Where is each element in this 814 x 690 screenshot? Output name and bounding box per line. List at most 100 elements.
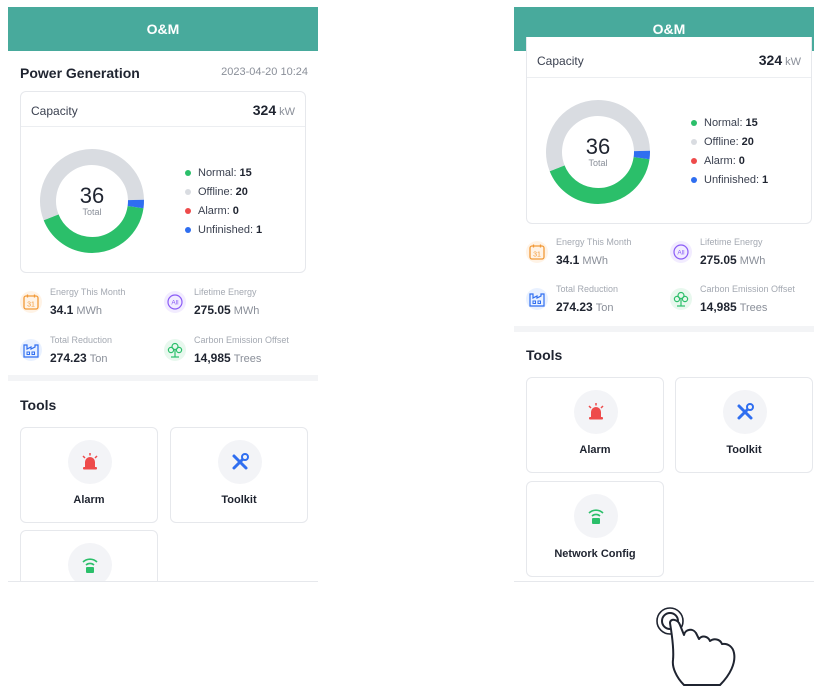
legend-label: Unfinished: <box>198 224 254 236</box>
section-divider <box>8 375 318 381</box>
stat-carbon-offset[interactable]: Carbon Emission Offset 14,985 Trees <box>670 284 814 320</box>
normal-dot-icon <box>691 120 697 126</box>
app-bar: O&M <box>8 7 318 51</box>
stat-energy-this-month[interactable]: 31 Energy This Month 34.1 MWh <box>526 237 676 273</box>
divider <box>21 126 305 127</box>
legend-label: Offline: <box>198 186 233 198</box>
legend-label: Offline: <box>704 136 739 148</box>
legend-value: 1 <box>762 174 769 186</box>
offline-dot-icon <box>691 139 697 145</box>
tool-label: Alarm <box>73 494 105 506</box>
bottom-tab-bar <box>514 581 814 583</box>
tool-toolkit[interactable]: Toolkit <box>170 427 308 523</box>
tool-toolkit[interactable]: Toolkit <box>675 377 813 473</box>
stat-value: 274.23 Ton <box>556 300 614 314</box>
stat-label: Total Reduction <box>556 284 619 294</box>
alarm-dot-icon <box>691 158 697 164</box>
stat-value: 14,985 Trees <box>700 300 768 314</box>
lifetime-all-icon: All <box>670 241 692 263</box>
tap-hand-icon <box>656 607 736 686</box>
legend-offline: Offline: 20 <box>691 136 754 148</box>
legend-label: Normal: <box>198 167 237 179</box>
stat-label: Lifetime Energy <box>700 237 763 247</box>
tool-network-config[interactable] <box>20 530 158 585</box>
stat-energy-this-month[interactable]: 31 Energy This Month 34.1 MWh <box>20 287 170 323</box>
alarm-siren-icon <box>574 390 618 434</box>
stat-value: 14,985 Trees <box>194 351 262 365</box>
capacity-card[interactable]: Capacity 324 kW 36 Total Normal: 15 Offlin… <box>526 37 812 224</box>
lifetime-all-icon: All <box>164 291 186 313</box>
right-screen: O&M Capacity 324 kW 36 Total Normal: 15 Of… <box>514 7 814 583</box>
tree-icon <box>670 288 692 310</box>
stat-carbon-offset[interactable]: Carbon Emission Offset 14,985 Trees <box>164 335 314 371</box>
legend-value: 20 <box>235 186 248 198</box>
tool-label: Toolkit <box>221 494 257 506</box>
stat-value: 275.05 MWh <box>700 253 766 267</box>
legend-normal: Normal: 15 <box>185 167 252 179</box>
svg-text:31: 31 <box>27 302 35 309</box>
tools-title: Tools <box>20 397 57 413</box>
timestamp: 2023-04-20 10:24 <box>221 66 308 78</box>
legend-offline: Offline: 20 <box>185 186 248 198</box>
stat-value: 34.1 MWh <box>556 253 609 267</box>
legend-label: Unfinished: <box>704 174 760 186</box>
stat-label: Carbon Emission Offset <box>700 284 795 294</box>
legend-value: 15 <box>745 117 758 129</box>
legend-alarm: Alarm: 0 <box>185 205 239 217</box>
legend-label: Normal: <box>704 117 743 129</box>
legend-value: 0 <box>232 205 239 217</box>
normal-dot-icon <box>185 170 191 176</box>
legend-value: 20 <box>741 136 754 148</box>
capacity-label: Capacity <box>537 54 584 68</box>
alarm-siren-icon <box>68 440 112 484</box>
legend-unfinished: Unfinished: 1 <box>691 174 768 186</box>
legend-value: 15 <box>239 167 252 179</box>
stat-value: 275.05 MWh <box>194 303 260 317</box>
stat-total-reduction[interactable]: Total Reduction 274.23 Ton <box>526 284 676 320</box>
stat-value: 274.23 Ton <box>50 351 108 365</box>
donut-total-label: Total <box>588 158 608 168</box>
tool-label: Alarm <box>579 444 611 456</box>
legend-value: 1 <box>256 224 263 236</box>
tool-alarm[interactable]: Alarm <box>20 427 158 523</box>
factory-icon <box>526 288 548 310</box>
legend-label: Alarm: <box>704 155 736 167</box>
legend-label: Alarm: <box>198 205 230 217</box>
tool-alarm[interactable]: Alarm <box>526 377 664 473</box>
stat-label: Energy This Month <box>50 287 126 297</box>
capacity-value: 324 <box>252 102 277 118</box>
stat-label: Lifetime Energy <box>194 287 257 297</box>
legend-normal: Normal: 15 <box>691 117 758 129</box>
bottom-tab-bar <box>8 581 318 585</box>
section-divider <box>514 326 814 332</box>
toolkit-icon <box>723 390 767 434</box>
stat-lifetime-energy[interactable]: All Lifetime Energy 275.05 MWh <box>670 237 814 273</box>
left-screen: O&M Power Generation 2023-04-20 10:24 Ca… <box>8 7 318 585</box>
donut-total: 36 <box>79 183 105 208</box>
alarm-dot-icon <box>185 208 191 214</box>
svg-text:All: All <box>171 300 179 307</box>
tools-title: Tools <box>526 347 563 363</box>
svg-text:All: All <box>677 250 685 257</box>
factory-icon <box>20 339 42 361</box>
unfinished-dot-icon <box>691 177 697 183</box>
power-generation-title: Power Generation <box>20 65 140 81</box>
tool-label: Network Config <box>554 548 636 560</box>
capacity-unit: kW <box>785 56 801 68</box>
capacity-value: 324 <box>758 52 783 68</box>
tool-network-config[interactable]: Network Config <box>526 481 664 577</box>
stat-lifetime-energy[interactable]: All Lifetime Energy 275.05 MWh <box>164 287 314 323</box>
capacity-readout: 324 kW <box>759 52 801 70</box>
app-title: O&M <box>146 21 180 37</box>
stat-label: Energy This Month <box>556 237 632 247</box>
unfinished-dot-icon <box>185 227 191 233</box>
network-config-icon <box>574 494 618 538</box>
divider <box>527 77 811 78</box>
offline-dot-icon <box>185 189 191 195</box>
donut-center: 36 Total <box>39 183 145 218</box>
app-title: O&M <box>652 21 686 37</box>
capacity-card[interactable]: Capacity 324 kW 36 Total Normal: 15 Offlin… <box>20 91 306 273</box>
stat-total-reduction[interactable]: Total Reduction 274.23 Ton <box>20 335 170 371</box>
network-config-icon <box>68 543 112 585</box>
legend-value: 0 <box>738 155 745 167</box>
